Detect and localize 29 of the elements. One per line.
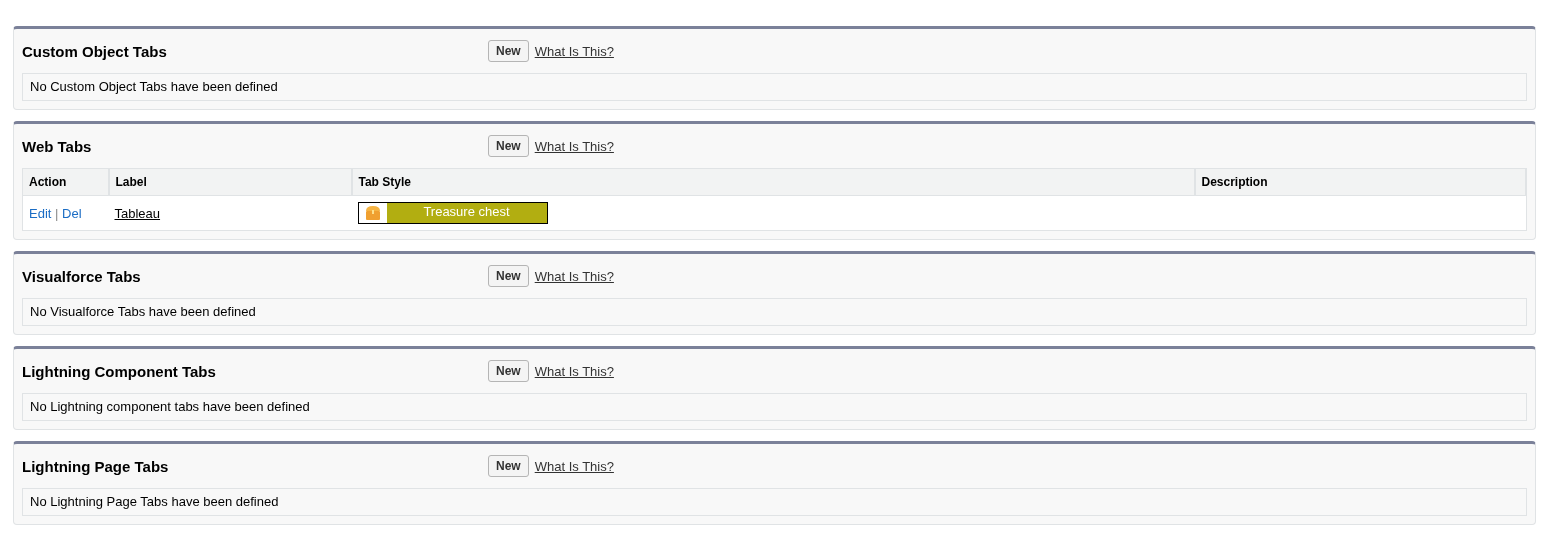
section-title: Web Tabs [22,137,93,155]
help-link[interactable]: What Is This? [534,363,614,379]
chest-icon [363,204,382,222]
column-header: Label [108,168,352,196]
delete-link[interactable]: Del [62,205,82,221]
section-title: Custom Object Tabs [22,42,168,60]
help-link[interactable]: What Is This? [534,458,614,474]
column-header: Action [22,168,109,196]
empty-message: No Visualforce Tabs have been defined [22,298,1527,326]
help-link[interactable]: What Is This? [534,43,614,59]
empty-message: No Lightning Page Tabs have been defined [22,488,1527,516]
edit-link[interactable]: Edit [29,205,52,221]
empty-message: No Lightning component tabs have been defined [22,393,1527,421]
new-button[interactable]: New [488,135,529,157]
tab-style-name: Treasure chest [422,203,511,221]
new-button[interactable]: New [488,455,529,477]
separator: | [55,205,59,221]
column-header: Description [1194,168,1526,196]
column-header: Tab Style [351,168,1195,196]
help-link[interactable]: What Is This? [534,268,614,284]
empty-message: No Custom Object Tabs have been defined [22,73,1527,101]
section-title: Visualforce Tabs [22,267,142,285]
tab-label-link[interactable]: Tableau [114,205,161,221]
section-title: Lightning Page Tabs [22,457,170,475]
section-title: Lightning Component Tabs [22,362,217,380]
new-button[interactable]: New [488,40,529,62]
new-button[interactable]: New [488,265,529,287]
help-link[interactable]: What Is This? [534,138,614,154]
new-button[interactable]: New [488,360,529,382]
